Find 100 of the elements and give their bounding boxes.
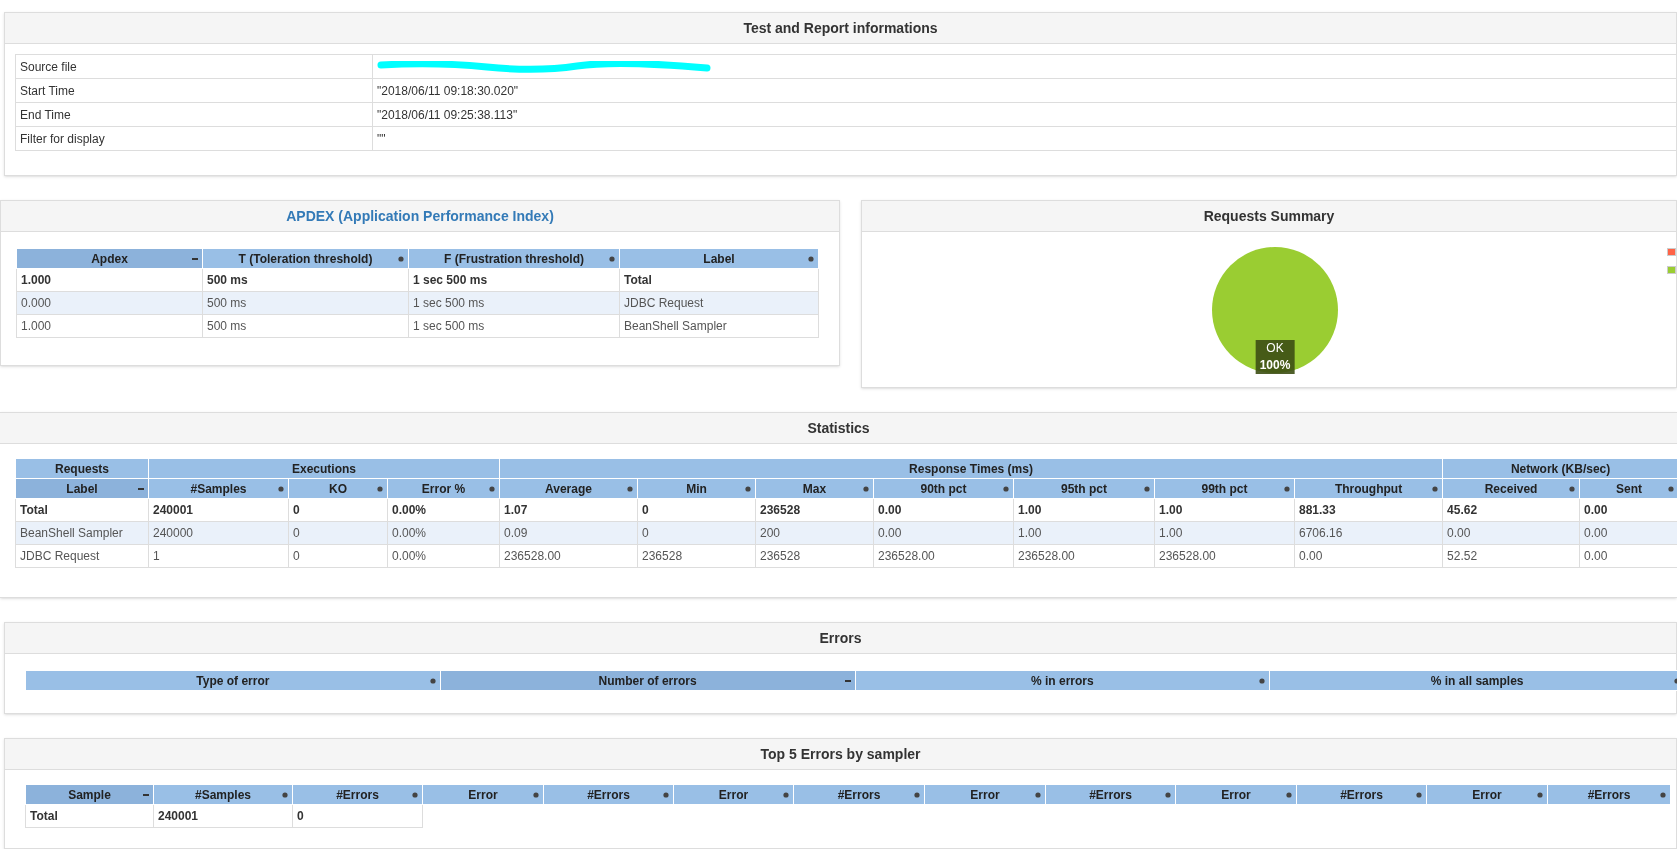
sort-icon bbox=[863, 485, 869, 492]
table-cell: 881.33 bbox=[1294, 498, 1443, 522]
sort-icon bbox=[377, 485, 383, 492]
column-header[interactable]: Error bbox=[673, 784, 794, 805]
table-cell: 0 bbox=[288, 544, 388, 568]
panel-title: Test and Report informations bbox=[743, 18, 938, 38]
sort-icon bbox=[609, 255, 615, 262]
column-header[interactable]: % in all samples bbox=[1269, 670, 1677, 691]
table-cell: 236528.00 bbox=[1154, 544, 1295, 568]
panel-title: Top 5 Errors by sampler bbox=[760, 744, 921, 764]
sort-icon bbox=[1259, 677, 1266, 684]
column-header[interactable]: Apdex bbox=[16, 248, 203, 269]
table-cell: 0.00 bbox=[1442, 521, 1580, 545]
sort-icon bbox=[1432, 485, 1439, 492]
table-cell: 1.000 bbox=[16, 314, 203, 338]
column-header[interactable]: F (Frustration threshold) bbox=[408, 248, 620, 269]
table-cell: 45.62 bbox=[1442, 498, 1580, 522]
table-cell: 1 bbox=[148, 544, 289, 568]
table-cell: 200 bbox=[755, 521, 874, 545]
table-cell: 0.000 bbox=[16, 291, 203, 315]
slice-label: OK 100% bbox=[1255, 340, 1295, 374]
table-cell: 0.09 bbox=[499, 521, 638, 545]
sort-icon bbox=[1165, 791, 1171, 798]
data-label: 100% bbox=[1259, 357, 1291, 374]
table-cell: 1.000 bbox=[16, 268, 203, 292]
group-header: Requests bbox=[15, 458, 149, 479]
sort-icon bbox=[1286, 791, 1292, 798]
table-cell: Total bbox=[619, 268, 819, 292]
sort-icon bbox=[808, 255, 814, 262]
sort-icon bbox=[1660, 791, 1666, 798]
sort-icon bbox=[745, 485, 751, 492]
table-cell: 1.00 bbox=[1154, 521, 1295, 545]
group-header: Response Times (ms) bbox=[499, 458, 1443, 479]
column-header[interactable]: Error bbox=[1175, 784, 1297, 805]
column-header[interactable]: Number of errors bbox=[440, 670, 855, 691]
table-cell: 240001 bbox=[153, 804, 293, 828]
table-cell: 1 sec 500 ms bbox=[408, 291, 620, 315]
column-header[interactable]: % in errors bbox=[855, 670, 1270, 691]
column-header[interactable]: Sample bbox=[25, 784, 154, 805]
column-header[interactable]: #Errors bbox=[1296, 784, 1427, 805]
table-cell: 0 bbox=[288, 498, 388, 522]
table-cell: Start Time bbox=[15, 78, 373, 103]
column-header[interactable]: Error bbox=[1426, 784, 1548, 805]
table-cell: 0.00 bbox=[873, 498, 1014, 522]
sort-icon bbox=[489, 485, 495, 492]
table-cell: Total bbox=[25, 804, 154, 828]
table-cell: 0.00% bbox=[387, 544, 500, 568]
table-cell: 236528 bbox=[755, 498, 874, 522]
table-cell: 1.00 bbox=[1013, 521, 1155, 545]
panel-title: Errors bbox=[819, 628, 862, 648]
sort-icon bbox=[282, 791, 288, 798]
group-header: Executions bbox=[148, 458, 500, 479]
column-header[interactable]: #Errors bbox=[1547, 784, 1671, 805]
column-header[interactable]: Error bbox=[924, 784, 1046, 805]
table-cell: 0 bbox=[288, 521, 388, 545]
sort-icon bbox=[1035, 791, 1041, 798]
table-cell: Filter for display bbox=[15, 126, 373, 151]
column-header[interactable]: Label bbox=[15, 478, 149, 499]
table-cell: 1 sec 500 ms bbox=[408, 314, 620, 338]
table-cell: 236528.00 bbox=[499, 544, 638, 568]
table-cell: 236528.00 bbox=[873, 544, 1014, 568]
table-cell: 240001 bbox=[148, 498, 289, 522]
table-cell: JDBC Request bbox=[15, 544, 149, 568]
table-cell: 0.00 bbox=[1294, 544, 1443, 568]
slice-label: OK bbox=[1266, 340, 1284, 357]
column-header[interactable]: #Errors bbox=[1045, 784, 1176, 805]
table-cell: JDBC Request bbox=[619, 291, 819, 315]
table-cell: 0.00 bbox=[873, 521, 1014, 545]
panel-title: Requests Summary bbox=[1203, 206, 1335, 226]
table-cell: 52.52 bbox=[1442, 544, 1580, 568]
sort-icon bbox=[783, 791, 789, 798]
sort-icon bbox=[398, 255, 404, 262]
table-cell: Source file bbox=[15, 54, 373, 79]
table-cell: End Time bbox=[15, 102, 373, 127]
sort-icon bbox=[663, 791, 669, 798]
table-cell: 1.00 bbox=[1013, 498, 1155, 522]
column-header[interactable]: T (Toleration threshold) bbox=[202, 248, 409, 269]
table-cell: 236528 bbox=[755, 544, 874, 568]
sort-icon bbox=[1668, 485, 1675, 492]
table-cell: 500 ms bbox=[202, 291, 409, 315]
sort-icon bbox=[1569, 485, 1576, 492]
column-header[interactable]: #Errors bbox=[292, 784, 423, 805]
table-cell: 0.00% bbox=[387, 521, 500, 545]
sort-icon bbox=[412, 791, 418, 798]
table-cell: 240000 bbox=[148, 521, 289, 545]
table-cell: 0 bbox=[637, 498, 756, 522]
column-header[interactable]: #Samples bbox=[153, 784, 293, 805]
column-header[interactable]: Error bbox=[422, 784, 544, 805]
column-header[interactable]: #Errors bbox=[793, 784, 925, 805]
table-cell: 1.00 bbox=[1154, 498, 1295, 522]
column-header[interactable]: Label bbox=[619, 248, 819, 269]
table-cell: 1 sec 500 ms bbox=[408, 268, 620, 292]
sort-icon bbox=[1537, 791, 1543, 798]
sort-icon bbox=[1003, 485, 1009, 492]
sort-icon bbox=[429, 677, 436, 684]
group-header: Network (KB/sec) bbox=[1442, 458, 1677, 479]
column-header[interactable]: #Errors bbox=[543, 784, 674, 805]
table-cell: BeanShell Sampler bbox=[619, 314, 819, 338]
column-header[interactable]: Type of error bbox=[25, 670, 441, 691]
table-cell: 6706.16 bbox=[1294, 521, 1443, 545]
